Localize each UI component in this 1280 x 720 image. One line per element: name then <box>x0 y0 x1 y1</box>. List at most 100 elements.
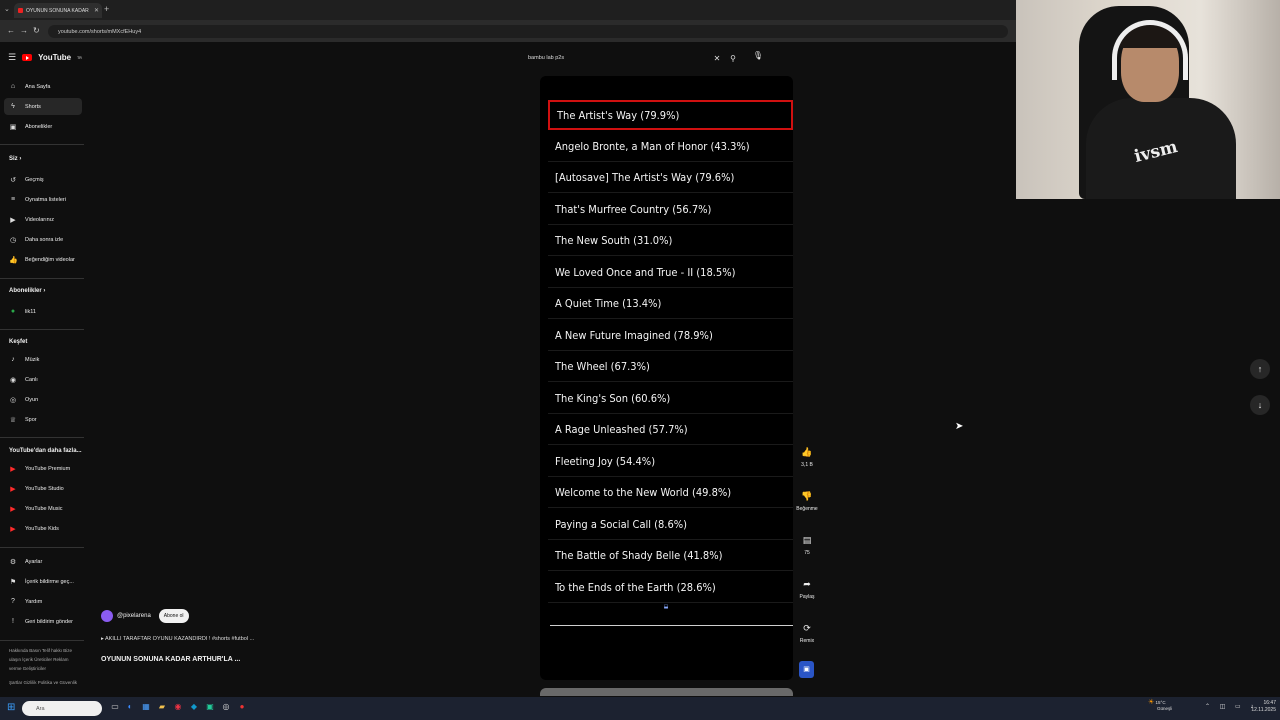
sidebar-item-be-endi-im-videolar[interactable]: 👍 Beğendiğim videolar <box>4 251 82 268</box>
forward-icon[interactable]: → <box>20 26 28 35</box>
channel-avatar[interactable] <box>101 610 113 622</box>
gaming-icon: ◎ <box>9 396 17 404</box>
menu-icon[interactable]: ☰ <box>8 52 16 63</box>
taskbar-search[interactable]: Ara <box>22 701 102 716</box>
windows-start-icon[interactable]: ⊞ <box>7 702 15 713</box>
sidebar-item-oyun[interactable]: ◎ Oyun <box>4 391 82 408</box>
sidebar-section-header[interactable]: Siz › <box>9 156 21 162</box>
channel-name[interactable]: @pixelarena <box>117 613 151 619</box>
sidebar-item-ayarlar[interactable]: ⚙ Ayarlar <box>4 553 82 570</box>
audio-thumbnail-icon[interactable]: ▣ <box>799 661 814 678</box>
browser-icon[interactable]: ◉ <box>173 702 183 714</box>
dislike-button[interactable]: 👎 Beğenme <box>795 489 819 512</box>
short-video-player[interactable]: ⬓ The Artist's Way (79.9%) Angelo Bronte,… <box>540 76 793 680</box>
sidebar-item-yard-m[interactable]: ? Yardım <box>4 593 82 610</box>
sidebar-item-oynatma-listeleri[interactable]: ≡ Oynatma listeleri <box>4 191 82 208</box>
yt-kids-icon: ▶ <box>10 525 16 533</box>
sidebar-item-label: Yardım <box>25 598 43 605</box>
sidebar-item-canl-[interactable]: ◉ Canlı <box>4 371 82 388</box>
sidebar-item-abonelikler[interactable]: ▣ Abonelikler <box>4 118 82 135</box>
sidebar-item-daha-sonra-izle[interactable]: ◷ Daha sonra izle <box>4 231 82 248</box>
section-title: Keşfet <box>9 339 28 345</box>
taskbar-search-text: Ara <box>36 705 45 712</box>
sidebar-item-ge-mi-[interactable]: ↺ Geçmiş <box>4 171 82 188</box>
app2-icon[interactable]: ▣ <box>205 702 215 714</box>
home-icon: ⌂ <box>10 83 16 90</box>
subscribe-button[interactable]: Abone ol <box>158 609 189 623</box>
sidebar-section-header[interactable]: Abonelikler › <box>9 288 45 294</box>
sidebar-item-spor[interactable]: ♕ Spor <box>4 411 82 428</box>
sidebar-item-ana-sayfa[interactable]: ⌂ Ana Sayfa <box>4 78 82 95</box>
clear-search-icon[interactable]: ✕ <box>710 54 724 63</box>
next-short-button[interactable]: ↓ <box>1250 395 1270 415</box>
app-icon[interactable]: ◆ <box>189 702 199 714</box>
taskbar-clock[interactable]: 16:47 12.11.2025 <box>1248 700 1276 714</box>
sidebar-item-label: Daha sonra izle <box>25 236 64 243</box>
sidebar-footer-policy[interactable]: Şartlar Gizlilik Politika ve Güvenlik <box>9 678 79 687</box>
sidebar: ☰ YouTube TR ⌂ Ana Sayfa ϟ Shorts ▣ Abonelikl… <box>0 44 90 696</box>
weather-temp: 15°C <box>1155 700 1166 705</box>
weather-widget[interactable]: ☀ 15°C Güneşli <box>1148 699 1172 712</box>
url-field[interactable]: youtube.com/shorts/mMXcfEHuy4 <box>48 25 1008 38</box>
yt-premium-icon: ▶ <box>10 465 16 473</box>
sidebar-item-label: lik11 <box>25 308 36 315</box>
mission-list-item: The New South (31.0%) <box>548 226 793 256</box>
sidebar-item-shorts[interactable]: ϟ Shorts <box>4 98 82 115</box>
short-description[interactable]: ▸ AKILLI TARAFTAR OYUNU KAZANDIRDI ! #sh… <box>101 636 254 642</box>
youtube-logo[interactable]: ☰ YouTube TR <box>8 52 82 63</box>
clock-date: 12.11.2025 <box>1251 707 1276 713</box>
playlist-icon: ≡ <box>10 196 16 203</box>
edge-icon[interactable]: ◐ <box>125 702 135 714</box>
clock-icon: ◷ <box>9 236 17 244</box>
sidebar-item-label: Canlı <box>25 376 38 383</box>
search-input[interactable]: bambu lab p2s <box>520 55 710 61</box>
obs-icon[interactable]: ◎ <box>221 702 231 714</box>
sidebar-item-label: Oyun <box>25 396 39 403</box>
microphone-icon[interactable]: 🎙 <box>751 51 765 65</box>
sidebar-item-geri-bildirim-g-nder[interactable]: ! Geri bildirim gönder <box>4 613 82 630</box>
description-text: AKILLI TARAFTAR OYUNU KAZANDIRDI ! #shor… <box>105 636 255 642</box>
shorts-icon: ϟ <box>11 103 15 110</box>
comments-button[interactable]: ▤ 75 <box>795 533 819 556</box>
back-icon[interactable]: ← <box>7 26 15 35</box>
sidebar-footer-links[interactable]: Hakkında Basın Telif hakkı Bize ulaşın İ… <box>9 646 79 673</box>
sidebar-item-youtube-studio[interactable]: ▶ YouTube Studio <box>4 480 82 497</box>
yt-studio-icon: ▶ <box>10 485 16 493</box>
sidebar-item-m-zik[interactable]: ♪ Müzik <box>4 351 82 368</box>
browser-tab[interactable]: OYUNUN SONUNA KADAR ✕ <box>14 3 102 18</box>
sidebar-item-label: YouTube Music <box>25 505 63 512</box>
app3-icon[interactable]: ● <box>237 702 247 714</box>
sidebar-item-label: YouTube Premium <box>25 465 71 472</box>
search-icon[interactable]: ⚲ <box>724 54 742 63</box>
address-bar-row: ← → ↻ youtube.com/shorts/mMXcfEHuy4 <box>0 20 1016 42</box>
mission-list-item: A Rage Unleashed (57.7%) <box>548 415 793 445</box>
sidebar-item-i-erik-bildirme-ge-[interactable]: ⚑ İçerik bildirme geç... <box>4 573 82 590</box>
reload-icon[interactable]: ↻ <box>33 26 40 35</box>
search-box[interactable]: bambu lab p2s ✕ ⚲ <box>520 50 742 66</box>
channel-avatar-icon: ● <box>10 308 16 315</box>
sidebar-item-youtube-kids[interactable]: ▶ YouTube Kids <box>4 520 82 537</box>
sidebar-item-videolar-n-z[interactable]: ▶ Videolarınız <box>4 211 82 228</box>
new-tab-button[interactable]: + <box>104 4 109 14</box>
like-button[interactable]: 👍 3,1 B <box>795 445 819 468</box>
short-title[interactable]: OYUNUN SONUNA KADAR ARTHUR'LA ... <box>101 656 240 663</box>
sidebar-item-label: Spor <box>25 416 37 423</box>
task-view-icon[interactable]: ▭ <box>110 702 120 714</box>
thumbs-up-icon: 👍 <box>801 447 813 457</box>
sidebar-item-youtube-premium[interactable]: ▶ YouTube Premium <box>4 460 82 477</box>
previous-short-button[interactable]: ↑ <box>1250 359 1270 379</box>
share-label: Paylaş <box>799 594 815 600</box>
section-title: YouTube'dan daha fazla... <box>9 448 82 454</box>
file-explorer-icon[interactable]: ▰ <box>157 702 167 714</box>
dislike-label: Beğenme <box>796 506 818 512</box>
tab-search-icon[interactable]: ⌄ <box>4 5 10 13</box>
overlay-logo-icon: ⬓ <box>663 604 669 610</box>
sidebar-item-label: Abonelikler <box>25 123 53 130</box>
sidebar-item-lik11[interactable]: ● lik11 <box>4 303 82 320</box>
sidebar-item-youtube-music[interactable]: ▶ YouTube Music <box>4 500 82 517</box>
store-icon[interactable]: ▦ <box>141 702 151 714</box>
tab-close-icon[interactable]: ✕ <box>94 7 99 14</box>
share-button[interactable]: ➦ Paylaş <box>795 577 819 600</box>
next-short-preview[interactable] <box>540 688 793 696</box>
remix-button[interactable]: ⟳ Remix <box>795 621 819 644</box>
